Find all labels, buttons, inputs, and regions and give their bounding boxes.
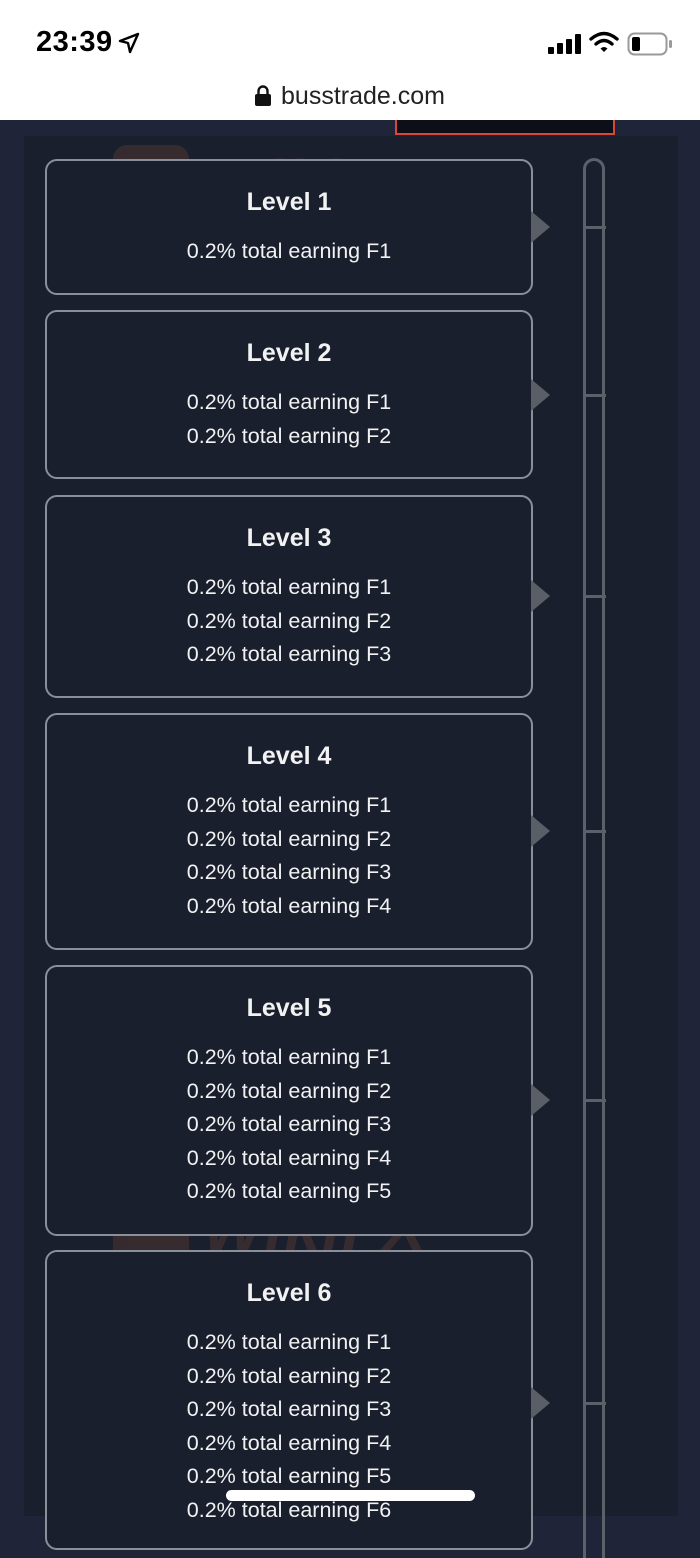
location-arrow-icon — [118, 32, 140, 54]
timeline-tick — [583, 1402, 606, 1405]
level-pointer-icon — [531, 379, 550, 411]
wifi-icon — [589, 31, 619, 52]
level-card-2: Level 2 0.2% total earning F1 0.2% total… — [45, 310, 533, 479]
status-bar: 23:39 — [0, 0, 700, 80]
level-pointer-icon — [531, 1084, 550, 1116]
level-earning-line: 0.2% total earning F2 — [186, 1363, 392, 1388]
level-card-6: Level 6 0.2% total earning F1 0.2% total… — [45, 1250, 533, 1550]
timeline-tick — [583, 394, 606, 397]
level-earning-line: 0.2% total earning F3 — [186, 860, 392, 884]
level-earning-line: 0.2% total earning F5 — [186, 1464, 392, 1488]
level-earning-line: 0.2% total earning F2 — [186, 1078, 392, 1103]
level-title: Level 5 — [246, 994, 332, 1022]
level-card-3: Level 3 0.2% total earning F1 0.2% total… — [45, 495, 533, 698]
level-pointer-icon — [531, 211, 550, 243]
timeline-track — [583, 158, 605, 1558]
level-earning-line: 0.2% total earning F1 — [186, 575, 392, 599]
level-title: Level 1 — [246, 188, 332, 216]
level-card-5: Level 5 0.2% total earning F1 0.2% total… — [45, 965, 533, 1236]
lock-icon — [255, 85, 272, 106]
top-red-box — [395, 120, 615, 135]
level-pointer-icon — [531, 580, 550, 612]
level-earning-line: 0.2% total earning F2 — [186, 826, 392, 851]
level-earning-line: 0.2% total earning F3 — [186, 1112, 392, 1136]
timeline-tick — [583, 595, 606, 598]
battery-icon — [627, 32, 672, 56]
level-earning-line: 0.2% total earning F2 — [186, 608, 392, 633]
level-card-4: Level 4 0.2% total earning F1 0.2% total… — [45, 713, 533, 950]
timeline-tick — [583, 226, 606, 229]
level-title: Level 4 — [246, 742, 332, 770]
level-earning-line: 0.2% total earning F4 — [186, 1145, 392, 1170]
url-text[interactable]: busstrade.com — [281, 82, 445, 111]
status-time: 23:39 — [36, 26, 113, 58]
level-title: Level 6 — [246, 1279, 332, 1307]
level-pointer-icon — [531, 1387, 550, 1419]
level-earning-line: 0.2% total earning F1 — [186, 239, 392, 263]
level-earning-line: 0.2% total earning F3 — [186, 1397, 392, 1421]
level-earning-line: 0.2% total earning F1 — [186, 793, 392, 817]
level-pointer-icon — [531, 815, 550, 847]
level-earning-line: 0.2% total earning F2 — [186, 423, 392, 448]
level-earning-line: 0.2% total earning F1 — [186, 390, 392, 414]
timeline-tick — [583, 1099, 606, 1102]
level-card-1: Level 1 0.2% total earning F1 — [45, 159, 533, 295]
browser-url-bar[interactable]: busstrade.com — [0, 80, 700, 120]
home-indicator[interactable] — [226, 1490, 475, 1501]
level-earning-line: 0.2% total earning F5 — [186, 1179, 392, 1203]
level-earning-line: 0.2% total earning F3 — [186, 642, 392, 666]
level-title: Level 2 — [246, 339, 332, 367]
level-earning-line: 0.2% total earning F1 — [186, 1045, 392, 1069]
level-earning-line: 0.2% total earning F4 — [186, 893, 392, 918]
level-earning-line: 0.2% total earning F4 — [186, 1430, 392, 1455]
level-earning-line: 0.2% total earning F1 — [186, 1330, 392, 1354]
level-title: Level 3 — [246, 524, 332, 552]
timeline-tick — [583, 830, 606, 833]
signal-icon — [548, 34, 581, 54]
